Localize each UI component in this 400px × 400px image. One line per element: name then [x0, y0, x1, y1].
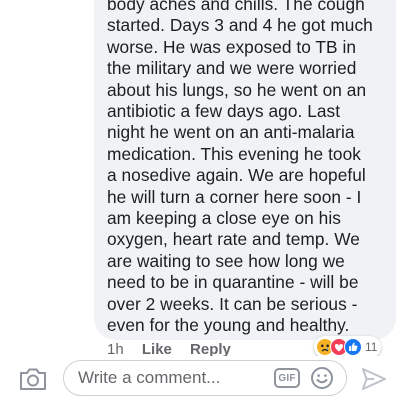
gif-button[interactable]: GIF: [274, 368, 300, 388]
comment-bubble[interactable]: body aches and chills. The cough started…: [94, 0, 396, 340]
comment-text-line: over 2 weeks. It can be serious -: [107, 293, 358, 314]
comment-text-line: the military and we were worried: [107, 58, 357, 79]
comment-text-line: about his lungs, so he went on an: [107, 79, 367, 100]
comment-text-line: night he went on an anti-malaria: [107, 122, 355, 143]
comment-text-line: medication. This evening he took: [107, 143, 361, 164]
like-icon: [344, 338, 362, 356]
comment-screen: body aches and chills. The cough started…: [0, 0, 400, 400]
comment-text-line: started. Days 3 and 4 he got much: [107, 15, 373, 36]
comment-text-line: need to be in quarantine - will be: [107, 272, 359, 293]
reaction-summary[interactable]: 11: [314, 336, 382, 358]
comment-text-line: are waiting to see how long we: [107, 250, 345, 271]
comment-composer-bar: GIF: [0, 356, 400, 400]
camera-icon[interactable]: [18, 366, 48, 392]
comment-text-line: oxygen, heart rate and temp. We: [107, 229, 360, 250]
smiley-icon[interactable]: [310, 366, 334, 390]
comment-text-line: even for the young and healthy.: [107, 315, 350, 336]
comment-input-box[interactable]: GIF: [63, 360, 347, 396]
comment-input[interactable]: [78, 364, 268, 392]
comment-text-line: worse. He was exposed to TB in: [107, 36, 356, 57]
comment-text-line: body aches and chills. The cough: [107, 0, 365, 14]
comment-text-line: antibiotic a few days ago. Last: [107, 101, 341, 122]
reaction-count: 11: [365, 340, 378, 354]
send-icon[interactable]: [360, 366, 388, 392]
comment-text-line: am keeping a close eye on his: [107, 208, 341, 229]
comment-text-line: a nosedive again. We are hopeful: [107, 165, 366, 186]
comment-text-line: he will turn a corner here soon - I: [107, 186, 362, 207]
